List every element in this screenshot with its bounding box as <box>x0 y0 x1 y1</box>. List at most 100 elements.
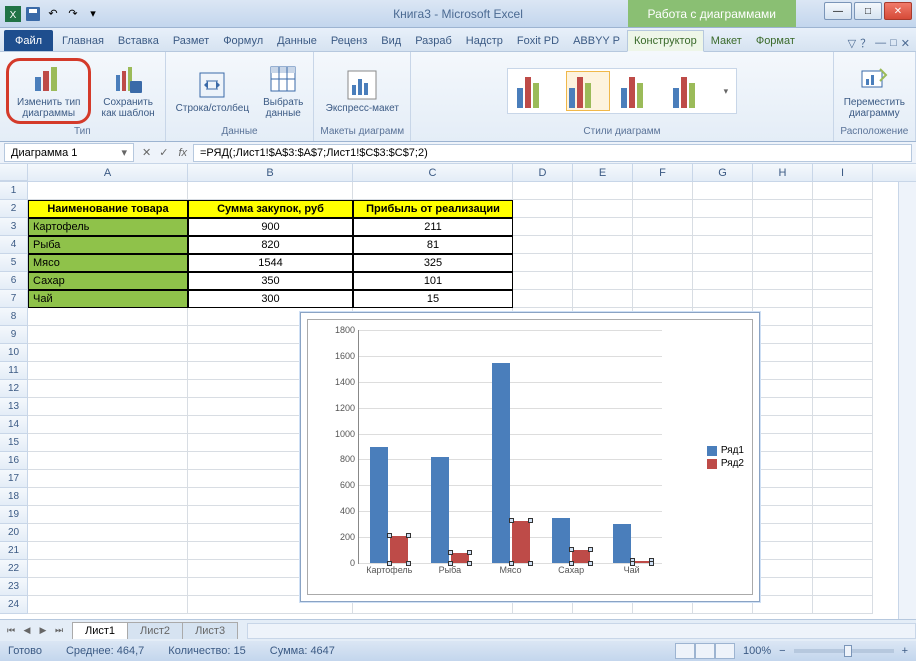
cell-B1[interactable] <box>188 182 353 200</box>
cell-A6[interactable]: Сахар <box>28 272 188 290</box>
cell-A22[interactable] <box>28 560 188 578</box>
row-header-18[interactable]: 18 <box>0 488 28 506</box>
sheet-nav-first-icon[interactable]: ⏮ <box>4 625 18 636</box>
cell-I10[interactable] <box>813 344 873 362</box>
cell-A9[interactable] <box>28 326 188 344</box>
column-header-B[interactable]: B <box>188 164 353 181</box>
view-normal-button[interactable] <box>675 643 695 659</box>
row-header-19[interactable]: 19 <box>0 506 28 524</box>
cell-I18[interactable] <box>813 488 873 506</box>
cell-B4[interactable]: 820 <box>188 236 353 254</box>
tab-надстр[interactable]: Надстр <box>459 30 510 51</box>
row-header-14[interactable]: 14 <box>0 416 28 434</box>
cell-E3[interactable] <box>573 218 633 236</box>
cell-H16[interactable] <box>753 452 813 470</box>
row-header-13[interactable]: 13 <box>0 398 28 416</box>
cell-G6[interactable] <box>693 272 753 290</box>
cell-H6[interactable] <box>753 272 813 290</box>
cell-I13[interactable] <box>813 398 873 416</box>
chart-style-3[interactable] <box>618 71 662 111</box>
cell-H4[interactable] <box>753 236 813 254</box>
cell-H5[interactable] <box>753 254 813 272</box>
cell-I21[interactable] <box>813 542 873 560</box>
cell-D1[interactable] <box>513 182 573 200</box>
cell-C3[interactable]: 211 <box>353 218 513 236</box>
formula-cancel-icon[interactable]: ✕ <box>138 146 155 159</box>
view-page-break-button[interactable] <box>715 643 735 659</box>
cell-F1[interactable] <box>633 182 693 200</box>
cell-C4[interactable]: 81 <box>353 236 513 254</box>
row-header-7[interactable]: 7 <box>0 290 28 308</box>
tab-abbyy p[interactable]: ABBYY P <box>566 30 627 51</box>
cell-I1[interactable] <box>813 182 873 200</box>
bar-Ряд1-Картофель[interactable] <box>370 447 388 564</box>
cell-G2[interactable] <box>693 200 753 218</box>
view-page-layout-button[interactable] <box>695 643 715 659</box>
tab-foxit pd[interactable]: Foxit PD <box>510 30 566 51</box>
sheet-tab-Лист1[interactable]: Лист1 <box>72 622 128 639</box>
minimize-button[interactable]: — <box>824 2 852 20</box>
cell-A24[interactable] <box>28 596 188 614</box>
cell-H15[interactable] <box>753 434 813 452</box>
column-header-G[interactable]: G <box>693 164 753 181</box>
zoom-out-button[interactable]: − <box>779 645 785 657</box>
tab-реценз[interactable]: Реценз <box>324 30 374 51</box>
row-header-15[interactable]: 15 <box>0 434 28 452</box>
cell-H19[interactable] <box>753 506 813 524</box>
cell-I14[interactable] <box>813 416 873 434</box>
tab-размет[interactable]: Размет <box>166 30 216 51</box>
chart-styles-gallery[interactable]: ▾ <box>507 68 738 114</box>
cell-F7[interactable] <box>633 290 693 308</box>
cell-H13[interactable] <box>753 398 813 416</box>
tab-разраб[interactable]: Разраб <box>408 30 459 51</box>
undo-icon[interactable]: ↶ <box>44 5 62 23</box>
cell-G7[interactable] <box>693 290 753 308</box>
row-header-12[interactable]: 12 <box>0 380 28 398</box>
tab-макет[interactable]: Макет <box>704 30 749 51</box>
row-header-22[interactable]: 22 <box>0 560 28 578</box>
bar-Ряд1-Чай[interactable] <box>613 524 631 563</box>
chart-legend[interactable]: Ряд1Ряд2 <box>707 443 744 471</box>
workbook-restore-icon[interactable]: □ <box>890 37 897 49</box>
excel-icon[interactable]: X <box>4 5 22 23</box>
cell-H11[interactable] <box>753 362 813 380</box>
cell-B2[interactable]: Сумма закупок, руб <box>188 200 353 218</box>
cell-E4[interactable] <box>573 236 633 254</box>
cell-A15[interactable] <box>28 434 188 452</box>
cell-A18[interactable] <box>28 488 188 506</box>
cell-A4[interactable]: Рыба <box>28 236 188 254</box>
tab-вставка[interactable]: Вставка <box>111 30 166 51</box>
column-header-E[interactable]: E <box>573 164 633 181</box>
column-header-D[interactable]: D <box>513 164 573 181</box>
cell-I5[interactable] <box>813 254 873 272</box>
cell-A23[interactable] <box>28 578 188 596</box>
save-as-template-button[interactable]: Сохранить как шаблон <box>97 61 158 121</box>
name-box[interactable]: Диаграмма 1 ▾ <box>4 143 134 162</box>
cell-E2[interactable] <box>573 200 633 218</box>
tab-формат[interactable]: Формат <box>749 30 802 51</box>
cell-E7[interactable] <box>573 290 633 308</box>
cell-G4[interactable] <box>693 236 753 254</box>
cell-E1[interactable] <box>573 182 633 200</box>
bar-Ряд1-Рыба[interactable] <box>431 457 449 563</box>
cell-A1[interactable] <box>28 182 188 200</box>
row-header-20[interactable]: 20 <box>0 524 28 542</box>
sheet-tab-Лист3[interactable]: Лист3 <box>182 622 238 639</box>
bar-Ряд2-Сахар[interactable] <box>572 550 590 563</box>
cell-H23[interactable] <box>753 578 813 596</box>
cell-D4[interactable] <box>513 236 573 254</box>
cell-I24[interactable] <box>813 596 873 614</box>
bar-Ряд2-Рыба[interactable] <box>451 553 469 563</box>
tab-вид[interactable]: Вид <box>374 30 408 51</box>
chart-style-2[interactable] <box>566 71 610 111</box>
cell-A14[interactable] <box>28 416 188 434</box>
fx-icon[interactable]: fx <box>172 147 193 159</box>
sheet-tab-Лист2[interactable]: Лист2 <box>127 622 183 639</box>
bar-Ряд1-Сахар[interactable] <box>552 518 570 563</box>
embedded-chart[interactable]: 020040060080010001200140016001800Картофе… <box>300 312 760 602</box>
cell-A13[interactable] <box>28 398 188 416</box>
cell-A20[interactable] <box>28 524 188 542</box>
save-icon[interactable] <box>24 5 42 23</box>
cell-I3[interactable] <box>813 218 873 236</box>
cell-I23[interactable] <box>813 578 873 596</box>
